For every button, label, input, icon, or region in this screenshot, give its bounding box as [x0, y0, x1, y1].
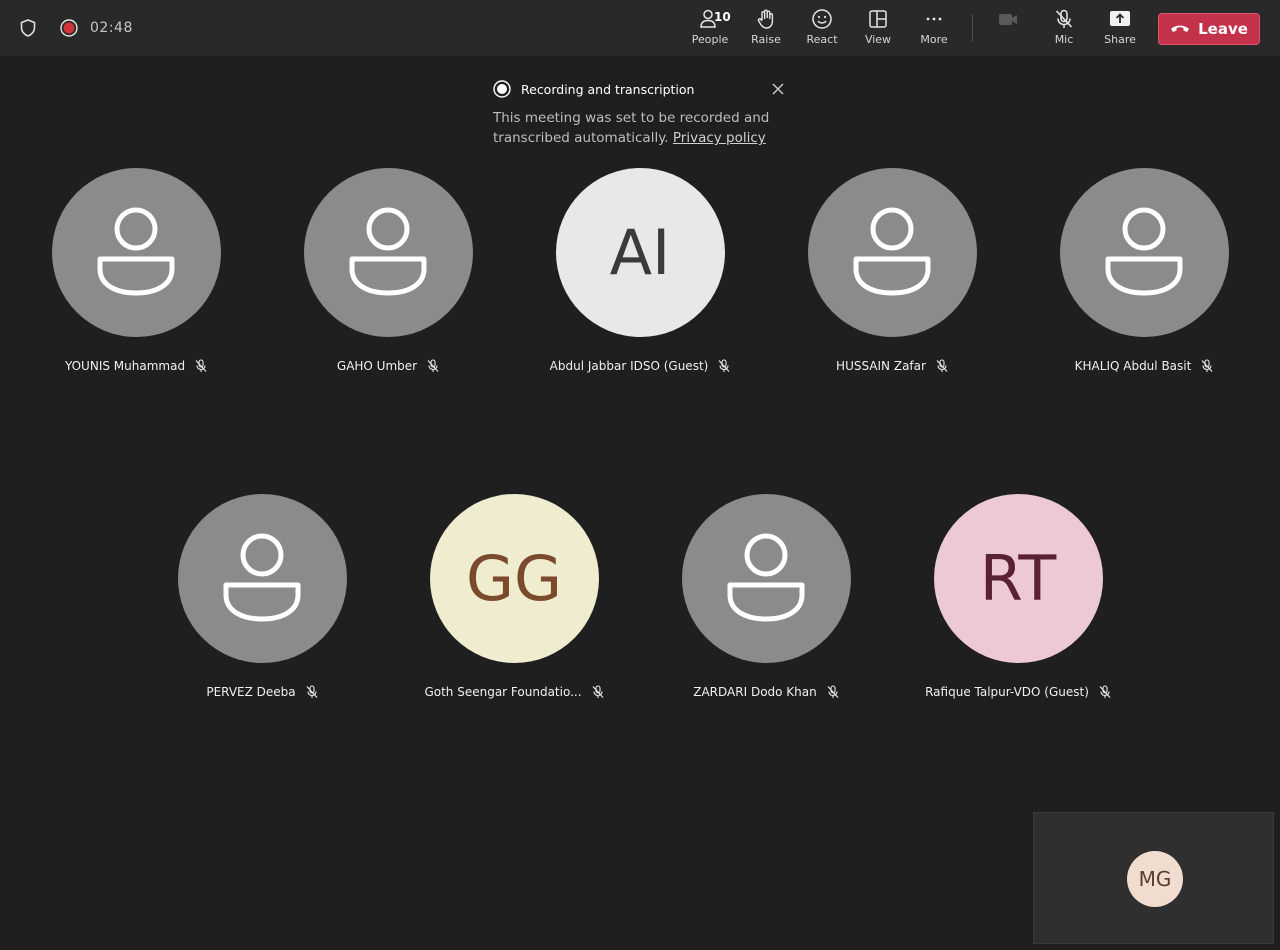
- participant-tile[interactable]: RT Rafique Talpur-VDO (Guest): [908, 494, 1128, 699]
- participant-name: Abdul Jabbar IDSO (Guest): [549, 359, 709, 373]
- participant-name-row: GAHO Umber: [278, 359, 498, 373]
- participant-tile[interactable]: ZARDARI Dodo Khan: [656, 494, 876, 699]
- leave-label: Leave: [1198, 20, 1248, 38]
- mic-label: Mic: [1054, 33, 1074, 46]
- mic-muted-icon: [936, 359, 948, 372]
- person-icon: [727, 533, 805, 621]
- participant-tile[interactable]: PERVEZ Deeba: [152, 494, 372, 699]
- toolbar-left: 02:48: [18, 18, 133, 38]
- notice-body: This meeting was set to be recorded and …: [493, 108, 793, 148]
- participant-avatar: [51, 168, 221, 337]
- mic-muted-icon: [427, 359, 439, 372]
- share-screen-icon: [1110, 11, 1130, 26]
- mic-muted-icon: [306, 685, 318, 698]
- participant-name-row: ZARDARI Dodo Khan: [656, 685, 876, 699]
- person-icon: [853, 207, 931, 295]
- notice-title: Recording and transcription: [521, 81, 695, 97]
- mic-button[interactable]: Mic: [1038, 8, 1090, 50]
- participant-tile[interactable]: KHALIQ Abdul Basit: [1034, 168, 1254, 373]
- person-icon: [97, 207, 175, 295]
- camera-off-icon: [999, 14, 1017, 25]
- participant-name-row: YOUNIS Muhammad: [26, 359, 246, 373]
- self-avatar: MG: [1127, 851, 1183, 907]
- react-label: React: [806, 33, 838, 46]
- participant-tile[interactable]: YOUNIS Muhammad: [26, 168, 246, 373]
- meeting-timer: 02:48: [90, 20, 133, 36]
- participant-avatar: [177, 494, 347, 663]
- leave-button[interactable]: Leave: [1158, 13, 1260, 45]
- participant-name: PERVEZ Deeba: [206, 685, 296, 699]
- participant-name: HUSSAIN Zafar: [836, 359, 926, 373]
- participant-name-row: PERVEZ Deeba: [152, 685, 372, 699]
- participant-name: KHALIQ Abdul Basit: [1074, 359, 1192, 373]
- raise-hand-button[interactable]: Raise: [740, 8, 792, 50]
- recording-notice: Recording and transcription This meeting…: [493, 80, 793, 148]
- mic-muted-icon: [195, 359, 207, 372]
- view-layout-icon: [869, 10, 887, 28]
- people-count: 10: [714, 10, 731, 24]
- participant-name-row: Goth Seengar Foundatio...: [404, 685, 624, 699]
- people-label: People: [691, 33, 729, 46]
- privacy-policy-link[interactable]: Privacy policy: [673, 130, 766, 146]
- mic-muted-icon: [827, 685, 839, 698]
- participant-name: ZARDARI Dodo Khan: [693, 685, 817, 699]
- participant-avatar: [1059, 168, 1229, 337]
- participant-name: Goth Seengar Foundatio...: [424, 685, 582, 699]
- hand-icon: [757, 9, 774, 29]
- raise-label: Raise: [751, 33, 781, 46]
- person-icon: [349, 207, 427, 295]
- shield-icon[interactable]: [18, 18, 38, 38]
- participant-name-row: HUSSAIN Zafar: [782, 359, 1002, 373]
- mic-muted-icon: [1201, 359, 1213, 372]
- mic-muted-icon: [592, 685, 603, 698]
- react-button[interactable]: React: [796, 8, 848, 50]
- participant-name: GAHO Umber: [336, 359, 418, 373]
- participant-avatar: RT: [933, 494, 1103, 663]
- participant-avatar: [807, 168, 977, 337]
- record-icon: [493, 80, 511, 98]
- more-button[interactable]: More: [908, 8, 960, 50]
- mic-muted-icon: [1099, 685, 1111, 698]
- toolbar-divider: [972, 14, 973, 42]
- share-button[interactable]: Share: [1094, 8, 1146, 50]
- person-icon: [223, 533, 301, 621]
- participant-initials: AI: [609, 216, 671, 289]
- participant-name-row: Rafique Talpur-VDO (Guest): [908, 685, 1128, 699]
- participant-name: YOUNIS Muhammad: [64, 359, 186, 373]
- view-button[interactable]: View: [852, 8, 904, 50]
- participant-tile[interactable]: GG Goth Seengar Foundatio...: [404, 494, 624, 699]
- self-view[interactable]: MG: [1033, 812, 1274, 944]
- participant-name: Rafique Talpur-VDO (Guest): [925, 685, 1089, 699]
- participant-avatar: GG: [429, 494, 599, 663]
- participant-name-row: KHALIQ Abdul Basit: [1034, 359, 1254, 373]
- hang-up-icon: [1171, 25, 1190, 32]
- more-dots-icon: [926, 17, 942, 21]
- participant-tile[interactable]: GAHO Umber: [278, 168, 498, 373]
- person-icon: [1105, 207, 1183, 295]
- view-label: View: [864, 33, 892, 46]
- participant-avatar: [681, 494, 851, 663]
- meeting-toolbar: 02:48 10 People Raise React View More Mi…: [0, 0, 1280, 56]
- participant-name-row: Abdul Jabbar IDSO (Guest): [530, 359, 750, 373]
- participant-initials: RT: [979, 542, 1057, 615]
- participant-avatar: [303, 168, 473, 337]
- people-button[interactable]: 10 People: [684, 8, 736, 50]
- participant-tile[interactable]: HUSSAIN Zafar: [782, 168, 1002, 373]
- participant-tile[interactable]: AI Abdul Jabbar IDSO (Guest): [530, 168, 750, 373]
- close-icon[interactable]: [771, 82, 785, 96]
- participant-initials: GG: [465, 542, 563, 615]
- recording-icon: [60, 19, 78, 37]
- camera-button[interactable]: [982, 8, 1034, 50]
- share-label: Share: [1104, 33, 1136, 46]
- smiley-icon: [812, 9, 832, 29]
- more-label: More: [920, 33, 948, 46]
- participant-avatar: AI: [555, 168, 725, 337]
- mic-off-icon: [1055, 9, 1073, 28]
- mic-muted-icon: [718, 359, 730, 372]
